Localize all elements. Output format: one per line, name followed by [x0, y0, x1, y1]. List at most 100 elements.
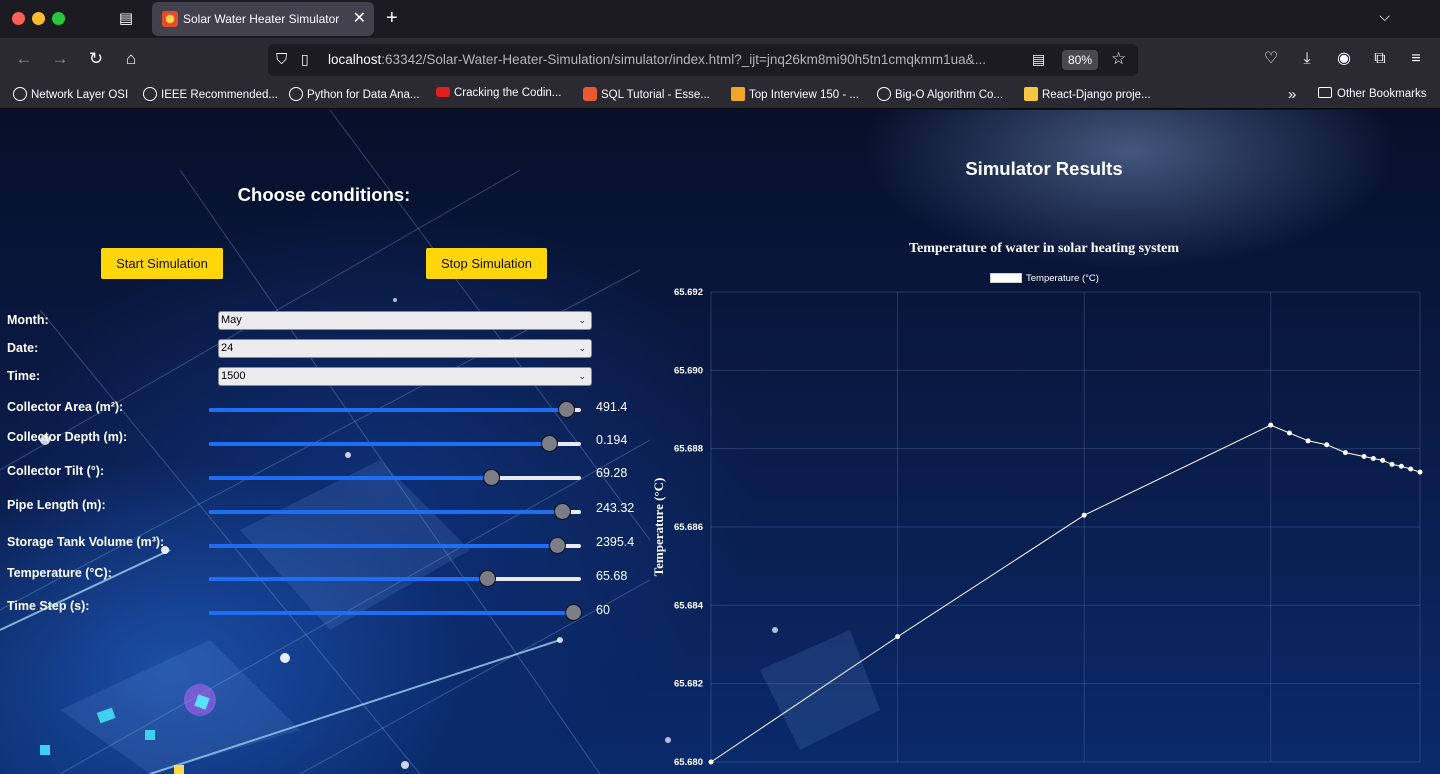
- slider-thumb[interactable]: [558, 401, 576, 418]
- home-icon[interactable]: ⌂: [120, 49, 142, 69]
- list-all-tabs-chevron-icon[interactable]: ⌵: [1379, 8, 1390, 25]
- chevron-down-icon: ⌄: [578, 371, 586, 381]
- tracking-shield-icon[interactable]: ⛉: [276, 51, 287, 68]
- y-tick-label: 65.692: [674, 287, 703, 298]
- bookmark-item[interactable]: SQL Tutorial - Esse...: [583, 87, 710, 101]
- slider-thumb[interactable]: [564, 604, 582, 621]
- url-text[interactable]: localhost:63342/Solar-Water-Heater-Simul…: [328, 52, 1028, 67]
- folder-icon: [1318, 87, 1332, 98]
- new-tab-icon[interactable]: +: [386, 8, 398, 28]
- data-point: [1417, 469, 1423, 475]
- slider-thumb[interactable]: [548, 537, 566, 554]
- extensions-icon[interactable]: ⧉: [1369, 49, 1391, 69]
- bookmark-item[interactable]: Top Interview 150 - ...: [731, 87, 859, 101]
- globe-icon: [289, 87, 303, 101]
- bookmark-item[interactable]: Cracking the Codin...: [436, 87, 561, 99]
- close-tab-icon[interactable]: ✕: [353, 9, 366, 29]
- leetcode-icon: [731, 87, 745, 101]
- download-icon[interactable]: ⤓: [1296, 49, 1318, 69]
- y-tick-label: 65.682: [674, 679, 703, 690]
- page-content: Choose conditions: Simulator Results Sta…: [0, 110, 1440, 774]
- time-step-label: Time Step (s):: [7, 599, 90, 613]
- data-point: [708, 759, 714, 765]
- data-point: [1380, 457, 1386, 463]
- temperature-line-chart: 65.692 65.690 65.688 65.686 65.684 65.682 65.6…: [651, 287, 1423, 768]
- pipe-length-label: Pipe Length (m):: [7, 498, 106, 512]
- time-step-value: 60: [596, 603, 610, 617]
- navigation-bar: ← → ↻ ⌂ ⛉ ▯ localhost:63342/Solar-Water-…: [0, 38, 1440, 82]
- url-bar[interactable]: ⛉ ▯ localhost:63342/Solar-Water-Heater-S…: [268, 44, 1138, 76]
- series-line: [710, 424, 1421, 763]
- reader-view-icon[interactable]: ▤: [1032, 51, 1045, 68]
- time-select[interactable]: 1500 ⌄: [218, 367, 592, 386]
- zoom-level-badge[interactable]: 80%: [1062, 50, 1099, 70]
- bookmark-item[interactable]: IEEE Recommended...: [143, 87, 278, 101]
- y-tick-label: 65.684: [674, 600, 704, 611]
- bookmark-item[interactable]: Big-O Algorithm Co...: [877, 87, 1003, 101]
- bookmarks-bar: Network Layer OSI IEEE Recommended... Py…: [0, 82, 1440, 109]
- controls-heading: Choose conditions:: [237, 184, 411, 205]
- collector-depth-label: Collector Depth (m):: [7, 430, 128, 444]
- collector-tilt-value: 69.28: [596, 466, 628, 480]
- sun-favicon-icon: [162, 11, 178, 27]
- tab-overview-icon[interactable]: ▤: [116, 9, 136, 29]
- temperature-slider[interactable]: [209, 570, 581, 587]
- data-point: [1389, 461, 1395, 467]
- bookmark-item[interactable]: React-Django proje...: [1024, 87, 1151, 101]
- start-simulation-button[interactable]: Start Simulation: [101, 248, 223, 279]
- data-point: [1342, 450, 1348, 456]
- collector-area-slider[interactable]: [209, 401, 581, 418]
- bookmark-item[interactable]: Python for Data Ana...: [289, 87, 420, 101]
- menu-icon[interactable]: ≡: [1405, 49, 1427, 69]
- data-point: [1361, 454, 1367, 459]
- forward-arrow-icon[interactable]: →: [49, 49, 71, 69]
- slider-thumb[interactable]: [482, 469, 500, 486]
- collector-tilt-slider[interactable]: [209, 469, 581, 486]
- bookmark-star-icon[interactable]: ☆: [1111, 49, 1126, 69]
- bookmark-item[interactable]: Network Layer OSI: [13, 87, 128, 101]
- close-window-button[interactable]: [12, 12, 25, 25]
- date-label: Date:: [7, 341, 39, 355]
- image-icon: [1024, 87, 1038, 101]
- stop-simulation-button[interactable]: Stop Simulation: [426, 248, 547, 279]
- month-select[interactable]: May ⌄: [218, 311, 592, 330]
- collector-depth-slider[interactable]: [209, 435, 581, 452]
- data-point: [1324, 442, 1330, 448]
- data-point: [1305, 438, 1311, 444]
- tab-active[interactable]: Solar Water Heater Simulator ✕: [152, 2, 374, 36]
- s-logo-icon: [583, 87, 597, 101]
- y-tick-label: 65.680: [674, 757, 703, 768]
- slider-thumb[interactable]: [478, 570, 496, 587]
- chevron-down-icon: ⌄: [578, 315, 586, 325]
- maximize-window-button[interactable]: [52, 12, 65, 25]
- collector-area-label: Collector Area (m²):: [7, 400, 124, 414]
- time-label: Time:: [7, 369, 41, 383]
- temperature-label: Temperature (°C):: [7, 566, 112, 580]
- y-axis-label: Temperature (°C): [651, 478, 666, 577]
- more-bookmarks-chevron-icon[interactable]: »: [1288, 86, 1296, 103]
- date-select[interactable]: 24 ⌄: [218, 339, 592, 358]
- globe-icon: [877, 87, 891, 101]
- youtube-icon: [436, 87, 450, 97]
- time-step-slider[interactable]: [209, 604, 582, 621]
- chevron-down-icon: ⌄: [578, 343, 586, 353]
- data-point: [1268, 422, 1274, 428]
- storage-tank-volume-value: 2395.4: [596, 535, 635, 549]
- data-point: [1370, 455, 1376, 461]
- slider-thumb[interactable]: [554, 503, 572, 520]
- tab-bar: ▤ Solar Water Heater Simulator ✕ + ⌵: [0, 0, 1440, 38]
- results-heading: Simulator Results: [965, 158, 1123, 179]
- page-info-icon[interactable]: ▯: [301, 51, 309, 68]
- minimize-window-button[interactable]: [32, 12, 45, 25]
- data-point: [1286, 430, 1292, 436]
- collector-depth-value: 0.194: [596, 433, 628, 447]
- pipe-length-slider[interactable]: [209, 503, 581, 520]
- storage-tank-volume-slider[interactable]: [209, 537, 581, 554]
- collector-area-value: 491.4: [596, 400, 628, 414]
- reload-icon[interactable]: ↻: [85, 49, 107, 69]
- storage-tank-volume-label: Storage Tank Volume (m³):: [7, 535, 165, 549]
- pocket-icon[interactable]: ♡: [1260, 49, 1282, 69]
- other-bookmarks-folder[interactable]: Other Bookmarks: [1318, 87, 1426, 100]
- account-icon[interactable]: ◉: [1333, 49, 1355, 69]
- back-arrow-icon[interactable]: ←: [13, 49, 35, 69]
